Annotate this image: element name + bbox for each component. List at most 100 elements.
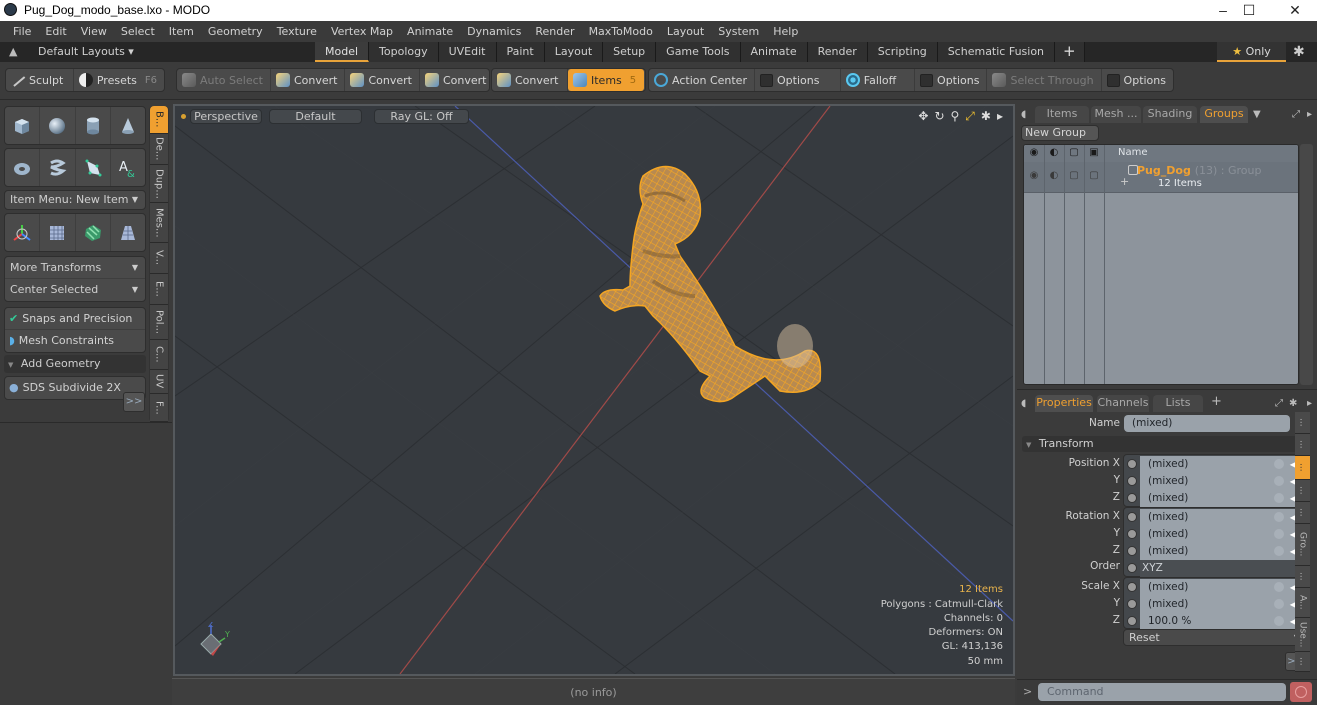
menu-maxtomodo[interactable]: MaxToModo [582,25,660,38]
default-layouts-dropdown[interactable]: Default Layouts ▾ [38,45,134,58]
name-column-header[interactable]: Name [1118,147,1148,158]
vtab-user[interactable]: Use... [1295,618,1310,652]
move-view-icon[interactable]: ✥ [918,109,928,124]
pen-button[interactable] [76,149,111,186]
select-through-options-button[interactable]: Options [1102,69,1173,91]
tab-model[interactable]: Model [315,42,370,62]
vtab-7[interactable]: ... [1295,566,1310,588]
link-icon[interactable] [1274,512,1284,522]
keyframe-dot[interactable] [1127,563,1137,573]
position-y-field[interactable]: (mixed)◀▶ [1140,473,1306,490]
link-icon[interactable] [1274,476,1284,486]
maximize-button[interactable]: ☐ [1226,0,1272,21]
maximize-view-icon[interactable]: ⤢ [965,109,975,124]
link-icon[interactable] [1274,459,1284,469]
expand-arrow-icon[interactable]: ▸ [997,109,1003,124]
3d-viewport[interactable]: Perspective Default Ray GL: Off ✥ ↻ ⚲ ⤢ … [173,104,1015,676]
tab-shading[interactable]: Shading [1143,106,1197,123]
menu-layout[interactable]: Layout [660,25,711,38]
vtab-curve[interactable]: C... [150,340,168,370]
new-group-button[interactable]: New Group [1021,125,1099,141]
zoom-view-icon[interactable]: ⚲ [951,109,960,124]
menu-geometry[interactable]: Geometry [201,25,270,38]
tab-scripting[interactable]: Scripting [867,42,938,62]
row-select-icon[interactable]: ▢ [1084,170,1104,181]
keyframe-dot[interactable] [1127,493,1137,503]
maximize-panel-icon[interactable]: ⤢ [1292,109,1300,120]
tab-render[interactable]: Render [807,42,868,62]
vtab-5[interactable]: ... [1295,502,1310,524]
tab-channels[interactable]: Channels [1097,395,1149,412]
menu-view[interactable]: View [74,25,114,38]
tab-setup[interactable]: Setup [603,42,657,62]
vtab-mesh-edit[interactable]: Mes... [150,203,168,243]
menu-render[interactable]: Render [528,25,581,38]
convert-materials-button[interactable]: Convert [492,69,568,91]
scale-x-field[interactable]: (mixed)◀▶ [1140,579,1306,596]
panel-menu-icon[interactable]: ◖ [1021,109,1026,120]
panel-menu-icon[interactable]: ◖ [1021,398,1026,409]
tab-groups[interactable]: Groups [1200,106,1248,123]
groups-scrollbar[interactable] [1300,144,1313,385]
transform-section-header[interactable]: ▼ Transform [1022,436,1302,452]
link-icon[interactable] [1274,529,1284,539]
vtab-groups[interactable]: Gro... [1295,524,1310,566]
snaps-precision-button[interactable]: ✔ Snaps and Precision [5,308,145,330]
transform-button[interactable] [5,214,41,251]
scale-z-field[interactable]: 100.0 %◀▶ [1140,613,1306,630]
keyframe-dot[interactable] [1127,599,1137,609]
menu-dynamics[interactable]: Dynamics [460,25,528,38]
text-button[interactable]: A & [111,149,145,186]
tab-game-tools[interactable]: Game Tools [656,42,741,62]
cylinder-button[interactable] [76,107,111,144]
view-type-dropdown[interactable]: Perspective [190,109,262,124]
select-through-button[interactable]: Select Through [987,69,1102,91]
tab-topology[interactable]: Topology [369,42,439,62]
reset-dropdown[interactable]: Reset ▼ [1123,629,1307,646]
keyframe-dot[interactable] [1127,582,1137,592]
panel-arrow-icon[interactable]: ▸ [1307,398,1312,409]
row-visibility-icon[interactable]: ◉ [1024,170,1044,181]
tab-mesh[interactable]: Mesh ... [1091,106,1141,123]
menu-system[interactable]: System [711,25,766,38]
vtab-fusion[interactable]: F... [150,394,168,422]
add-layout-tab-button[interactable]: + [1055,42,1085,62]
item-menu-dropdown[interactable]: Item Menu: New Item ▼ [4,190,146,210]
tab-uvedit[interactable]: UVEdit [438,42,497,62]
vtab-10[interactable]: ... [1295,652,1310,672]
order-dropdown[interactable]: XYZ▼ [1140,560,1306,577]
maximize-panel-icon[interactable]: ⤢ [1275,398,1283,409]
vtab-uv[interactable]: UV [150,370,168,394]
sculpt-button[interactable]: Sculpt [6,69,74,91]
falloff-options-button[interactable]: Options [915,69,988,91]
keyframe-dot[interactable] [1127,529,1137,539]
position-z-field[interactable]: (mixed)◀▶ [1140,490,1306,507]
menu-select[interactable]: Select [114,25,162,38]
raygl-toggle[interactable]: Ray GL: Off [374,109,469,124]
lock-icon[interactable]: ▢ [1064,147,1084,158]
convert-edges-button[interactable]: Convert [345,69,420,91]
rotation-z-field[interactable]: (mixed)◀▶ [1140,543,1306,560]
close-button[interactable]: ✕ [1272,0,1317,21]
vtab-edge[interactable]: E... [150,274,168,305]
vtab-2[interactable]: ... [1295,434,1310,456]
mesh-constraints-button[interactable]: ◗ Mesh Constraints [5,330,145,352]
menu-edit[interactable]: Edit [38,25,73,38]
rotate-view-icon[interactable]: ↻ [934,109,944,124]
tab-paint[interactable]: Paint [496,42,545,62]
position-x-field[interactable]: (mixed)◀▶ [1140,456,1306,473]
cube-button[interactable] [5,107,41,144]
scale-y-field[interactable]: (mixed)◀▶ [1140,596,1306,613]
link-icon[interactable] [1274,599,1284,609]
vtab-basic[interactable]: B... [150,106,168,134]
convert-polygons-button[interactable]: Convert [420,69,494,91]
expand-icon[interactable]: + [1120,175,1129,188]
render-icon[interactable]: ◐ [1044,147,1064,158]
tab-schematic-fusion[interactable]: Schematic Fusion [937,42,1056,62]
keyframe-dot[interactable] [1127,459,1137,469]
name-field[interactable]: (mixed) [1124,415,1290,432]
rotation-x-field[interactable]: (mixed)◀▶ [1140,509,1306,526]
vtab-vertex[interactable]: V... [150,243,168,274]
checker-cube-button[interactable] [76,214,111,251]
link-icon[interactable] [1274,616,1284,626]
